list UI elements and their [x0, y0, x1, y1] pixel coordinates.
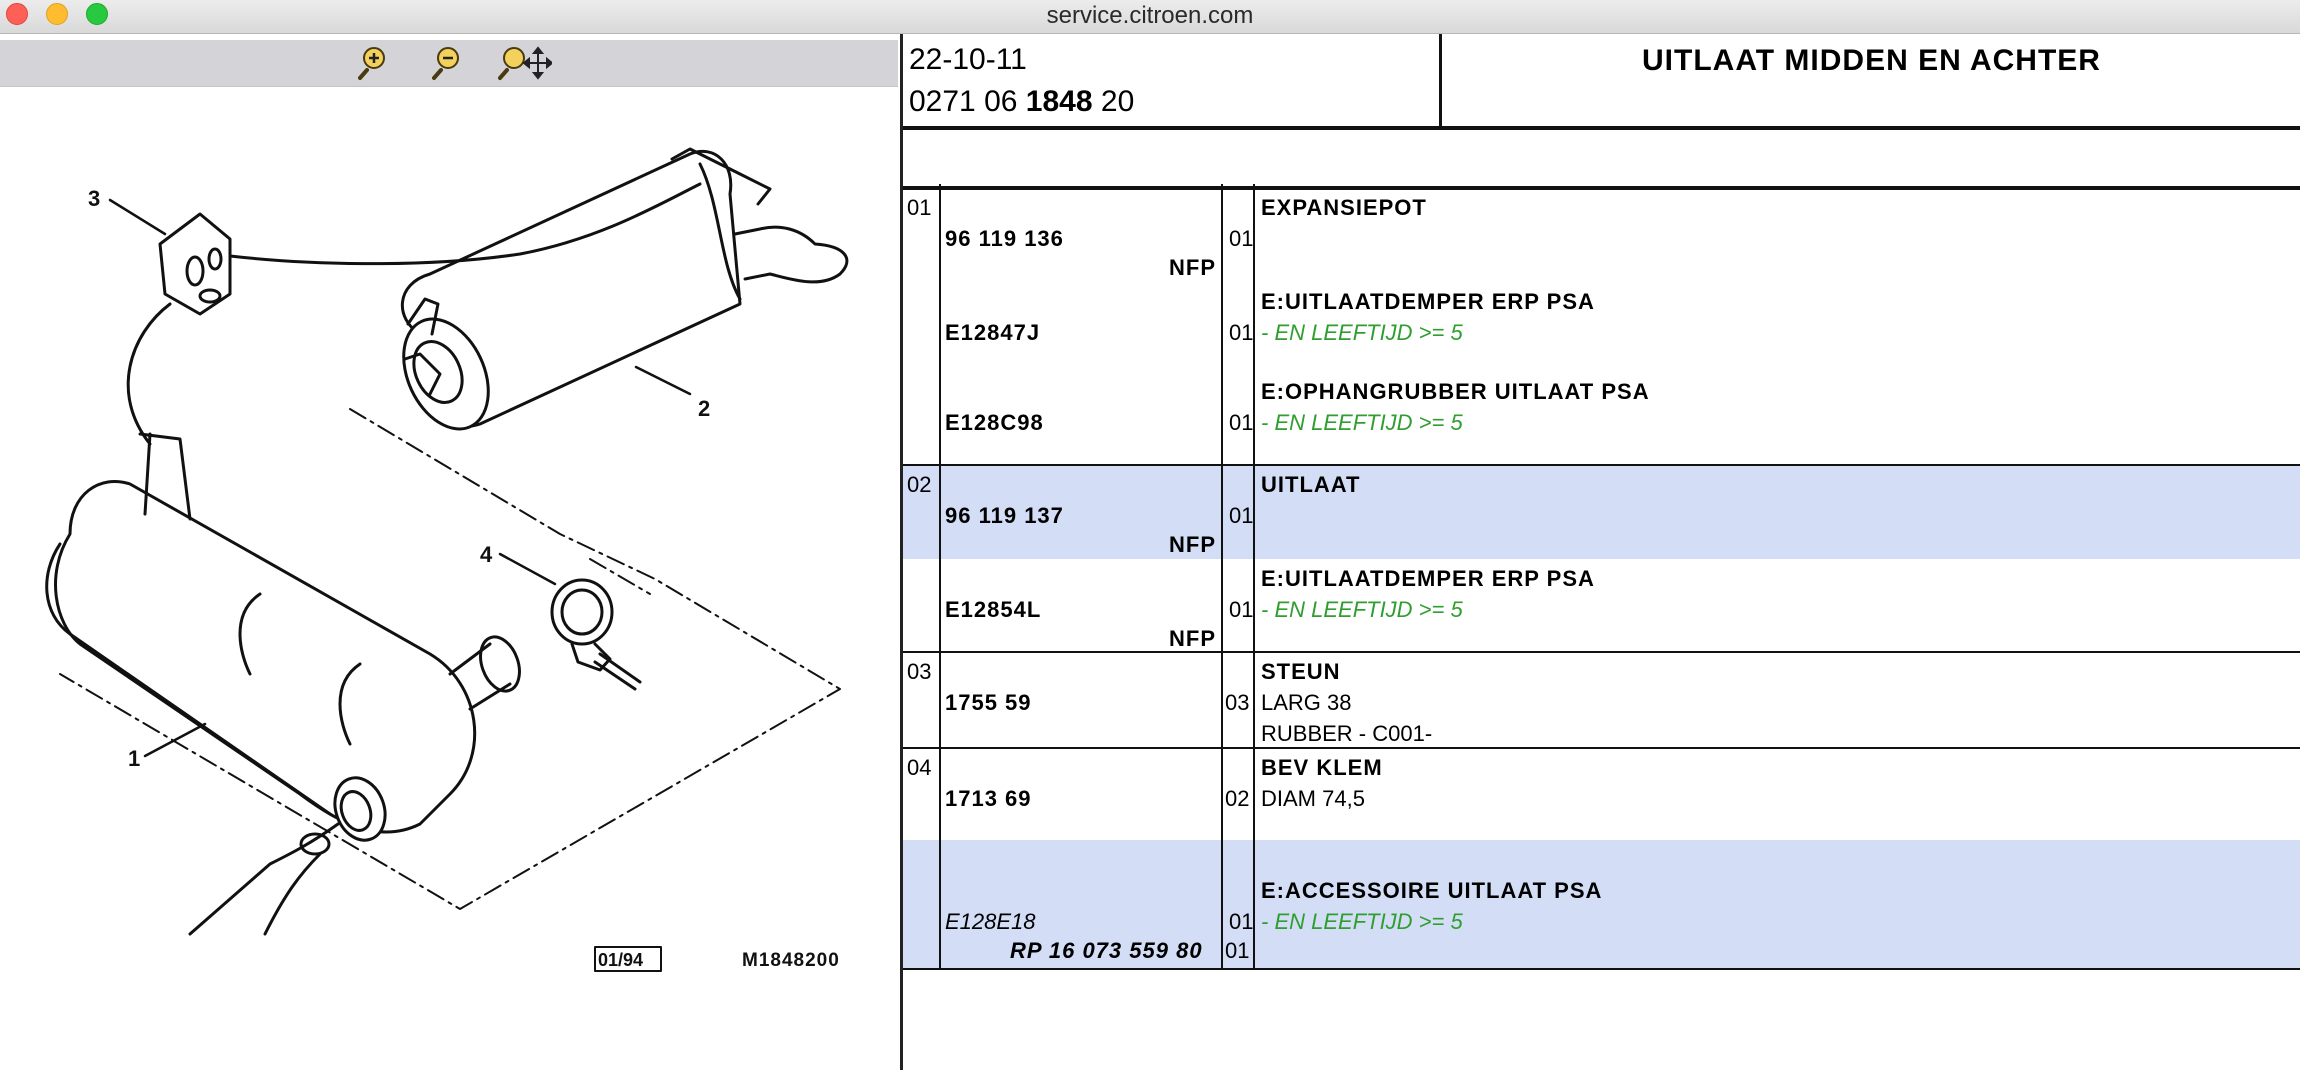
drawing-panel: 3 2 4 1 01/94 M1848200	[0, 34, 900, 1070]
ref-171369[interactable]: 1713 69	[945, 785, 1032, 813]
desc-uitlaat: UITLAAT	[1261, 472, 1361, 497]
condition-text: - EN LEEFTIJD >= 5	[1261, 410, 1463, 435]
qty: 01	[1229, 503, 1254, 528]
qty: 02	[1225, 786, 1250, 811]
ref-e12847j[interactable]: E12847J	[945, 319, 1040, 347]
clamp-shape	[550, 578, 642, 691]
pos-04: 04	[907, 755, 932, 780]
drawing-ref-number: M1848200	[742, 950, 840, 971]
desc-expansiepot: EXPANSIEPOT	[1261, 195, 1427, 220]
detail-text: LARG 38	[1261, 690, 1352, 715]
detail-text: RUBBER - C001-	[1261, 721, 1433, 746]
group-01[interactable]	[903, 184, 2300, 466]
ref-96119137[interactable]: 96 119 137	[945, 502, 1064, 530]
condition-text: - EN LEEFTIJD >= 5	[1261, 597, 1463, 622]
qty: 01	[1229, 410, 1254, 435]
callout-1: 1	[128, 746, 140, 771]
window-title: service.citroen.com	[1046, 2, 1254, 29]
condition-text: - EN LEEFTIJD >= 5	[1261, 320, 1463, 345]
qty: 01	[1225, 938, 1250, 963]
col-line-qty	[1253, 184, 1255, 968]
nfp-badge: NFP	[1169, 626, 1216, 651]
nfp-badge: NFP	[1169, 532, 1216, 557]
window-titlebar: service.citroen.com	[0, 0, 2300, 34]
desc-uitlaatdemper: E:UITLAATDEMPER ERP PSA	[1261, 289, 1595, 314]
pan-zoom-icon[interactable]	[496, 44, 552, 82]
callout-4: 4	[480, 542, 493, 567]
ref-96119136[interactable]: 96 119 136	[945, 225, 1064, 253]
callout-3: 3	[88, 186, 100, 211]
group-03[interactable]	[903, 651, 2300, 749]
zoom-out-icon[interactable]	[428, 44, 468, 82]
condition-text: - EN LEEFTIJD >= 5	[1261, 909, 1463, 934]
pos-02: 02	[907, 472, 932, 497]
desc-accessoire: E:ACCESSOIRE UITLAAT PSA	[1261, 878, 1603, 903]
qty: 01	[1229, 597, 1254, 622]
nfp-badge: NFP	[1169, 255, 1216, 280]
col-line-ref	[1221, 184, 1223, 968]
ref-175559[interactable]: 1755 59	[945, 689, 1032, 717]
pos-01: 01	[907, 195, 932, 220]
ref-e128e18[interactable]: E128E18	[945, 908, 1036, 936]
exploded-parts-drawing: 3 2 4 1 01/94 M1848200	[45, 147, 849, 972]
parts-table: 01 EXPANSIEPOT 96 119 136 01 NFP E:UITLA…	[903, 34, 2300, 1070]
drawing-date-box: 01/94	[598, 950, 643, 970]
qty: 01	[1229, 320, 1254, 345]
pos-03: 03	[907, 659, 932, 684]
parts-list-panel: 22-10-11 0271 06 1848 20 UITLAAT MIDDEN …	[903, 34, 2300, 1070]
front-silencer-shape	[45, 432, 521, 936]
group-02[interactable]	[903, 464, 2300, 653]
detail-text: DIAM 74,5	[1261, 786, 1365, 811]
ref-e12854l[interactable]: E12854L	[945, 596, 1041, 624]
desc-steun: STEUN	[1261, 659, 1341, 684]
desc-ophangrubber: E:OPHANGRUBBER UITLAAT PSA	[1261, 379, 1650, 404]
replacement-ref[interactable]: RP 16 073 559 80	[1010, 937, 1203, 965]
rear-silencer-shape	[400, 147, 849, 431]
qty: 03	[1225, 690, 1250, 715]
desc-bev-klem: BEV KLEM	[1261, 755, 1383, 780]
desc-uitlaatdemper: E:UITLAATDEMPER ERP PSA	[1261, 566, 1595, 591]
qty: 01	[1229, 226, 1254, 251]
qty: 01	[1229, 909, 1254, 934]
callout-2: 2	[698, 396, 710, 421]
zoom-in-icon[interactable]	[354, 44, 394, 82]
ref-e128c98[interactable]: E128C98	[945, 409, 1044, 437]
col-line-pos	[939, 184, 941, 968]
drawing-toolbar	[0, 40, 898, 87]
